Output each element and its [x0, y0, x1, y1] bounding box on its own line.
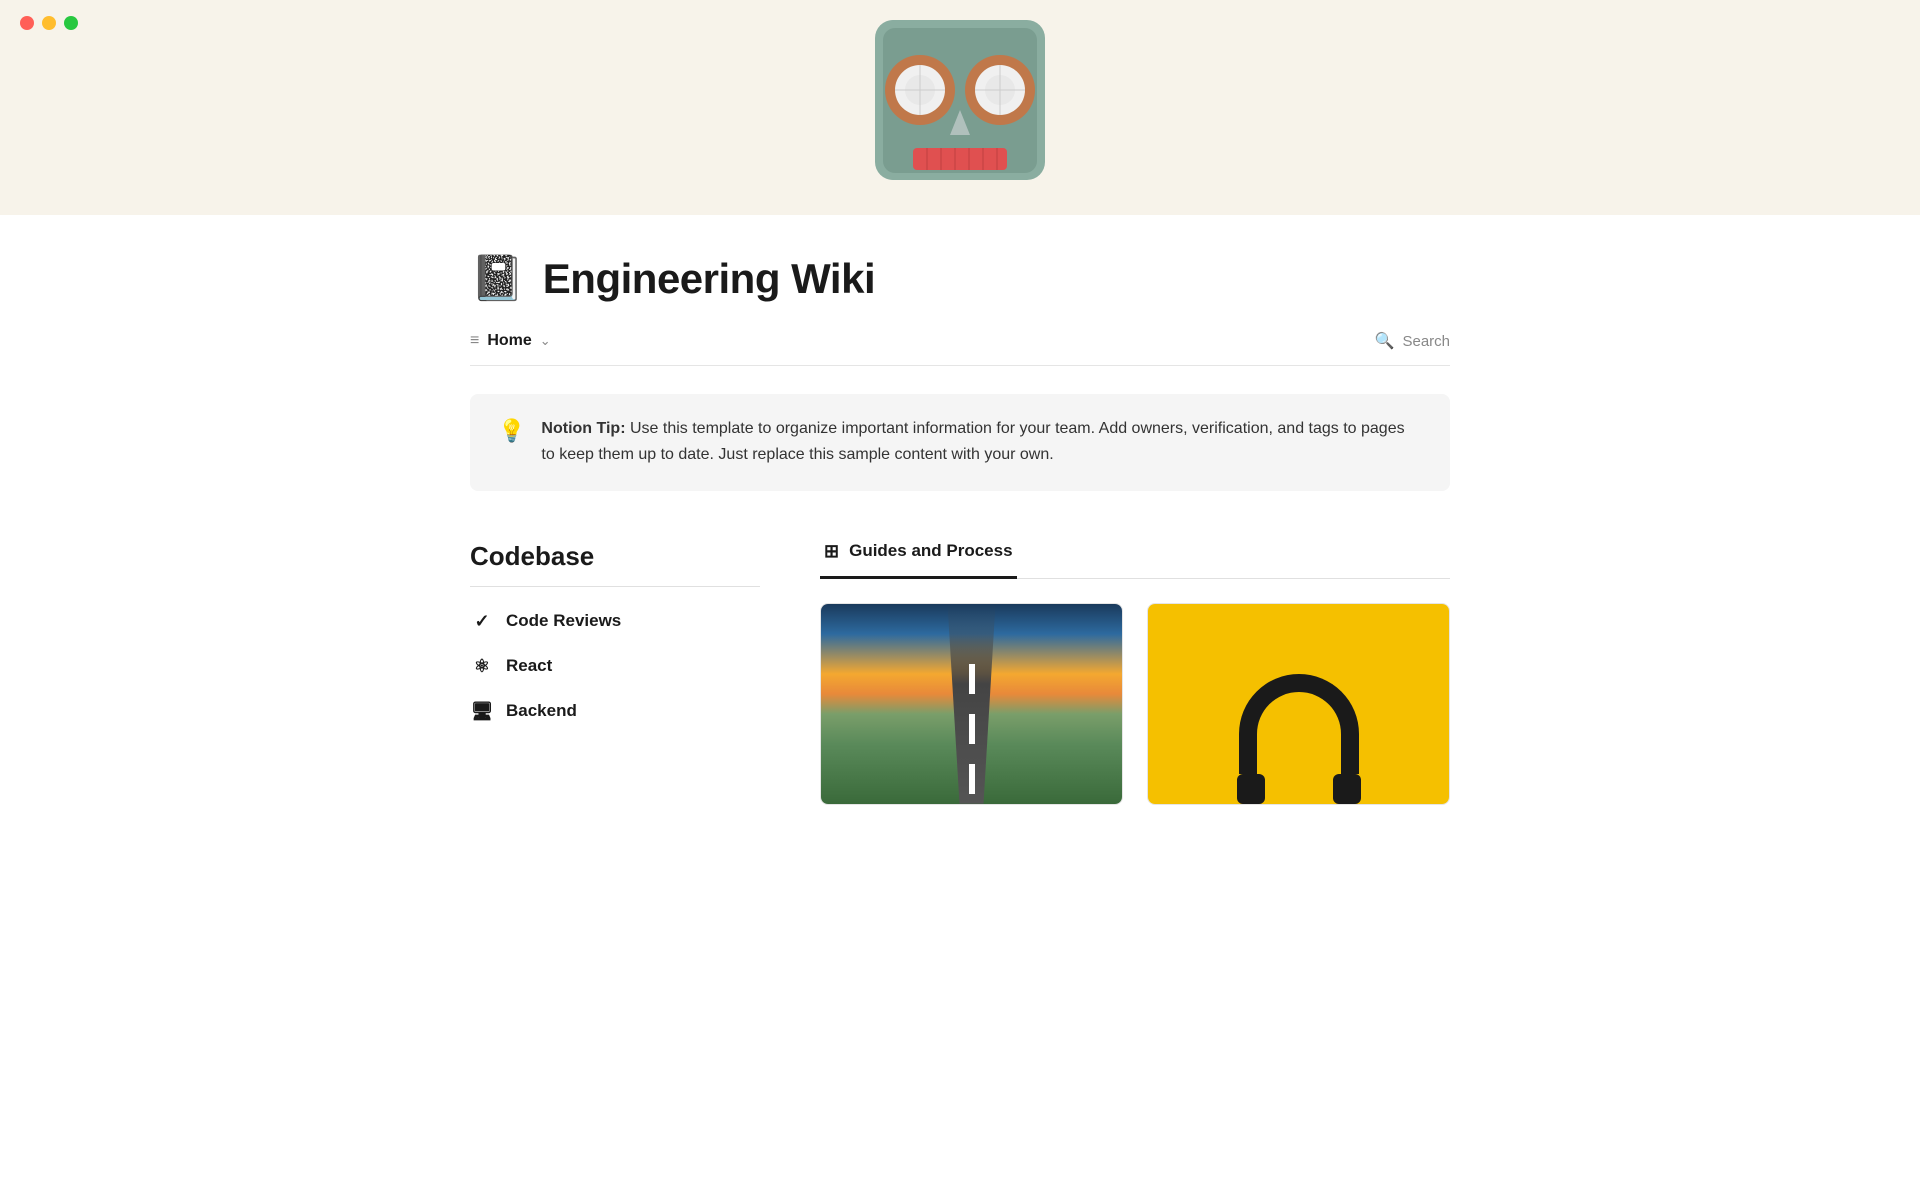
backend-label: Backend [506, 701, 577, 721]
page-title-row: 📓 Engineering Wiki [470, 255, 1450, 303]
page-emoji: 📓 [470, 257, 525, 301]
road-image [821, 604, 1122, 804]
codebase-list: ✓ Code Reviews ⚛ React 🖥 Backend [470, 601, 760, 732]
tip-bold-text: Notion Tip: [541, 420, 625, 437]
react-label: React [506, 656, 552, 676]
tip-icon: 💡 [498, 418, 525, 444]
code-reviews-label: Code Reviews [506, 611, 621, 631]
main-content: 📓 Engineering Wiki ≡ Home ⌄ 🔍 Search 💡 N… [410, 215, 1510, 805]
checkmark-icon: ✓ [470, 611, 494, 632]
headphones-shape [1239, 674, 1359, 774]
nav-left: ≡ Home ⌄ [470, 332, 551, 350]
list-item-react[interactable]: ⚛ React [470, 646, 760, 687]
search-label: Search [1402, 333, 1450, 350]
page-title: Engineering Wiki [543, 255, 875, 303]
hero-banner [0, 0, 1920, 215]
card-headphones[interactable] [1147, 603, 1450, 805]
tip-text: Notion Tip: Use this template to organiz… [541, 416, 1422, 469]
minimize-button[interactable] [42, 16, 56, 30]
hero-robot-image [765, 0, 1155, 215]
monitor-icon: 🖥 [470, 701, 494, 722]
codebase-heading: Codebase [470, 541, 760, 587]
two-column-layout: Codebase ✓ Code Reviews ⚛ React 🖥 Backen… [470, 541, 1450, 805]
search-icon: 🔍 [1375, 331, 1395, 351]
codebase-section: Codebase ✓ Code Reviews ⚛ React 🖥 Backen… [470, 541, 760, 732]
tip-box: 💡 Notion Tip: Use this template to organ… [470, 394, 1450, 491]
nav-chevron-icon[interactable]: ⌄ [540, 333, 551, 349]
tab-bar: ⊞ Guides and Process [820, 541, 1450, 579]
card-road[interactable] [820, 603, 1123, 805]
list-item-code-reviews[interactable]: ✓ Code Reviews [470, 601, 760, 642]
tab-label: Guides and Process [849, 541, 1012, 561]
list-item-backend[interactable]: 🖥 Backend [470, 691, 760, 732]
robot-illustration [765, 0, 1155, 215]
close-button[interactable] [20, 16, 34, 30]
fullscreen-button[interactable] [64, 16, 78, 30]
traffic-lights [20, 16, 78, 30]
react-icon: ⚛ [470, 656, 494, 677]
card-grid [820, 603, 1450, 805]
tab-guides-and-process[interactable]: ⊞ Guides and Process [820, 541, 1017, 579]
nav-search-button[interactable]: 🔍 Search [1375, 331, 1450, 351]
grid-icon: ⊞ [824, 541, 839, 562]
nav-home-label[interactable]: Home [487, 332, 531, 350]
nav-bar: ≡ Home ⌄ 🔍 Search [470, 331, 1450, 366]
home-lines-icon: ≡ [470, 332, 479, 350]
tip-body-text: Use this template to organize important … [541, 420, 1404, 463]
guides-section: ⊞ Guides and Process [820, 541, 1450, 805]
headphones-image [1148, 604, 1449, 804]
